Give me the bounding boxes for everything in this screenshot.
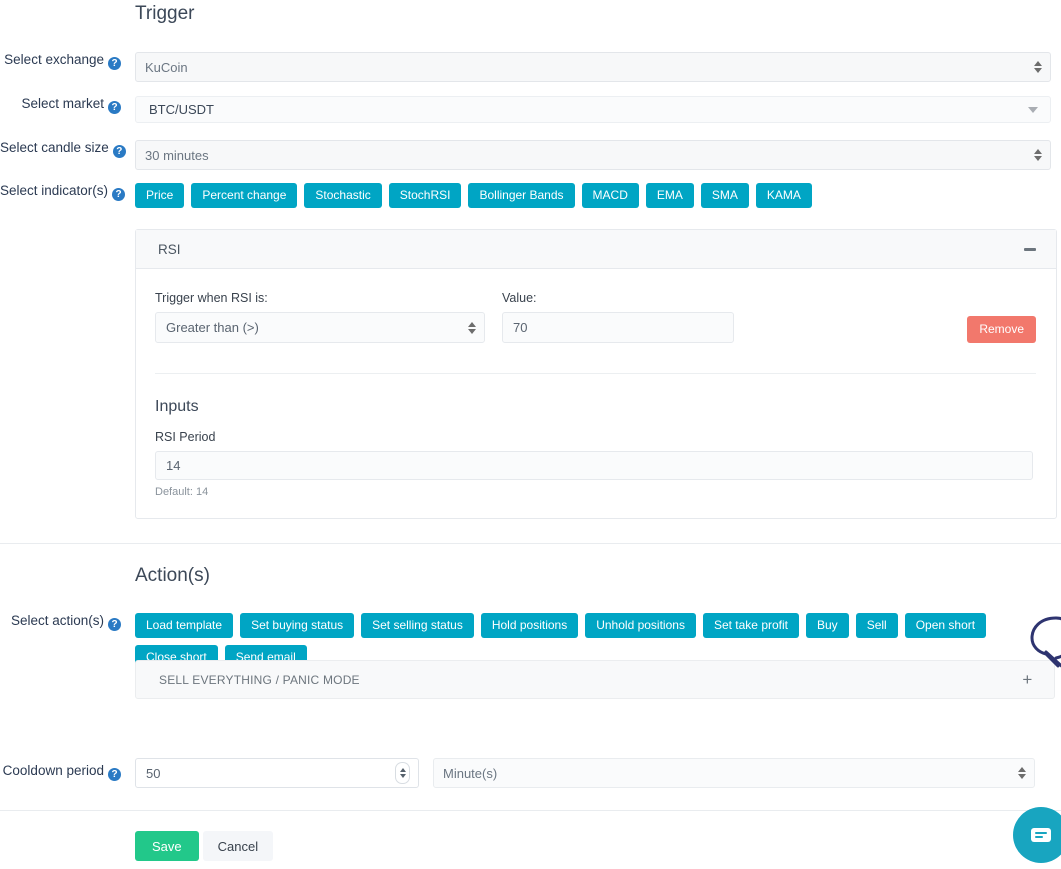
chat-widget-button[interactable] <box>1013 807 1061 863</box>
select-spinner-icon <box>468 321 476 334</box>
action-button-sell[interactable]: Sell <box>855 613 898 638</box>
label-select-market: Select market? <box>0 96 121 114</box>
number-stepper-icon[interactable] <box>395 762 410 784</box>
rsi-period-label: RSI Period <box>155 430 216 444</box>
label-select-exchange: Select exchange? <box>0 52 121 70</box>
minus-icon[interactable] <box>1024 247 1036 251</box>
label-select-indicators-text: Select indicator(s) <box>0 183 109 198</box>
help-icon-cooldown[interactable]: ? <box>108 768 121 781</box>
label-select-actions: Select action(s)? <box>0 613 121 631</box>
accordion-label: SELL EVERYTHING / PANIC MODE <box>159 672 360 687</box>
form-footer: Save Cancel <box>135 831 274 861</box>
cancel-button[interactable]: Cancel <box>202 831 274 861</box>
indicator-button-macd[interactable]: MACD <box>581 183 639 208</box>
action-button-unhold-positions[interactable]: Unhold positions <box>585 613 696 638</box>
row-select-candle-size: Select candle size? 30 minutes <box>0 140 1061 170</box>
row-select-exchange: Select exchange? KuCoin <box>0 52 1061 82</box>
label-select-indicators: Select indicator(s)? <box>0 183 126 201</box>
help-icon-candle-size[interactable]: ? <box>112 145 126 158</box>
select-candle-size[interactable]: 30 minutes <box>135 140 1051 170</box>
chevron-down-icon <box>1028 106 1038 113</box>
cooldown-value-input[interactable]: 50 <box>135 758 419 788</box>
action-button-hold-positions[interactable]: Hold positions <box>480 613 579 638</box>
action-button-buy[interactable]: Buy <box>806 613 849 638</box>
select-candle-size-value: 30 minutes <box>145 147 209 163</box>
cooldown-value-text: 50 <box>146 765 161 781</box>
row-select-market: Select market? BTC/USDT <box>0 96 1061 123</box>
save-button[interactable]: Save <box>135 831 199 861</box>
select-condition-value: Greater than (>) <box>166 320 259 335</box>
condition-label: Trigger when RSI is: <box>155 291 268 305</box>
value-input[interactable]: 70 <box>502 312 734 343</box>
accordion-sell-everything[interactable]: SELL EVERYTHING / PANIC MODE + <box>135 660 1055 699</box>
actions-title: Action(s) <box>135 565 210 586</box>
indicator-button-group: Price Percent change Stochastic StochRSI Bol… <box>135 183 1051 208</box>
inputs-group: Inputs RSI Period 14 Default: 14 <box>155 398 1036 498</box>
cooldown-unit-value: Minute(s) <box>443 765 498 781</box>
indicator-card-header[interactable]: RSI <box>136 230 1056 269</box>
indicator-button-stochrsi[interactable]: StochRSI <box>388 183 462 208</box>
value-label: Value: <box>502 291 537 305</box>
value-field-group: Value: 70 <box>502 291 734 343</box>
select-market[interactable]: BTC/USDT <box>135 96 1051 123</box>
rsi-period-hint: Default: 14 <box>155 486 209 498</box>
action-button-set-selling-status[interactable]: Set selling status <box>361 613 474 638</box>
remove-indicator-button[interactable]: Remove <box>967 316 1036 343</box>
page-title: Trigger <box>135 3 195 24</box>
cooldown-unit-select[interactable]: Minute(s) <box>433 758 1035 788</box>
indicator-button-sma[interactable]: SMA <box>700 183 749 208</box>
rsi-period-input[interactable]: 14 <box>155 451 1033 480</box>
label-select-actions-text: Select action(s) <box>10 613 104 628</box>
section-divider-actions <box>0 543 1061 544</box>
select-condition[interactable]: Greater than (>) <box>155 312 485 343</box>
select-spinner-icon <box>1034 61 1042 73</box>
label-cooldown-period: Cooldown period? <box>0 758 121 781</box>
plus-icon[interactable]: + <box>1021 671 1034 688</box>
select-exchange[interactable]: KuCoin <box>135 52 1051 82</box>
indicator-button-kama[interactable]: KAMA <box>755 183 812 208</box>
select-exchange-value: KuCoin <box>145 59 188 75</box>
indicator-button-percent-change[interactable]: Percent change <box>191 183 298 208</box>
indicator-button-price[interactable]: Price <box>135 183 185 208</box>
indicator-card-title: RSI <box>158 241 181 257</box>
row-select-indicators: Select indicator(s)? Price Percent change… <box>0 183 1061 208</box>
indicator-button-bollinger-bands[interactable]: Bollinger Bands <box>468 183 575 208</box>
help-icon-exchange[interactable]: ? <box>108 57 121 70</box>
help-icon-indicators[interactable]: ? <box>112 188 126 201</box>
row-cooldown-period: Cooldown period? 50 Minute(s) <box>0 758 1061 788</box>
footer-divider <box>0 810 1061 811</box>
label-select-exchange-text: Select exchange <box>4 52 104 67</box>
help-icon-actions[interactable]: ? <box>108 618 121 631</box>
condition-field-group: Trigger when RSI is: Greater than (>) <box>155 291 485 343</box>
trigger-editor-page: Trigger Select exchange? KuCoin Select m… <box>0 0 1061 869</box>
select-spinner-icon <box>1034 149 1042 161</box>
select-market-value: BTC/USDT <box>149 102 214 117</box>
indicator-button-ema[interactable]: EMA <box>645 183 694 208</box>
value-input-text: 70 <box>513 320 528 335</box>
label-cooldown-period-text: Cooldown period <box>2 763 104 778</box>
action-button-load-template[interactable]: Load template <box>135 613 234 638</box>
chat-bubble-icon <box>1031 828 1051 842</box>
indicator-button-stochastic[interactable]: Stochastic <box>304 183 382 208</box>
rsi-period-value: 14 <box>166 458 181 473</box>
action-button-set-buying-status[interactable]: Set buying status <box>240 613 355 638</box>
action-button-open-short[interactable]: Open short <box>904 613 987 638</box>
card-divider <box>155 373 1036 374</box>
label-select-candle-size: Select candle size? <box>0 140 126 158</box>
inputs-title: Inputs <box>155 398 199 415</box>
indicator-card-rsi: RSI Trigger when RSI is: Greater than (>… <box>135 229 1057 519</box>
select-spinner-icon <box>1018 767 1026 779</box>
label-select-candle-size-text: Select candle size <box>0 140 109 155</box>
help-icon-market[interactable]: ? <box>108 101 121 114</box>
action-button-set-take-profit[interactable]: Set take profit <box>702 613 799 638</box>
label-select-market-text: Select market <box>21 96 104 111</box>
